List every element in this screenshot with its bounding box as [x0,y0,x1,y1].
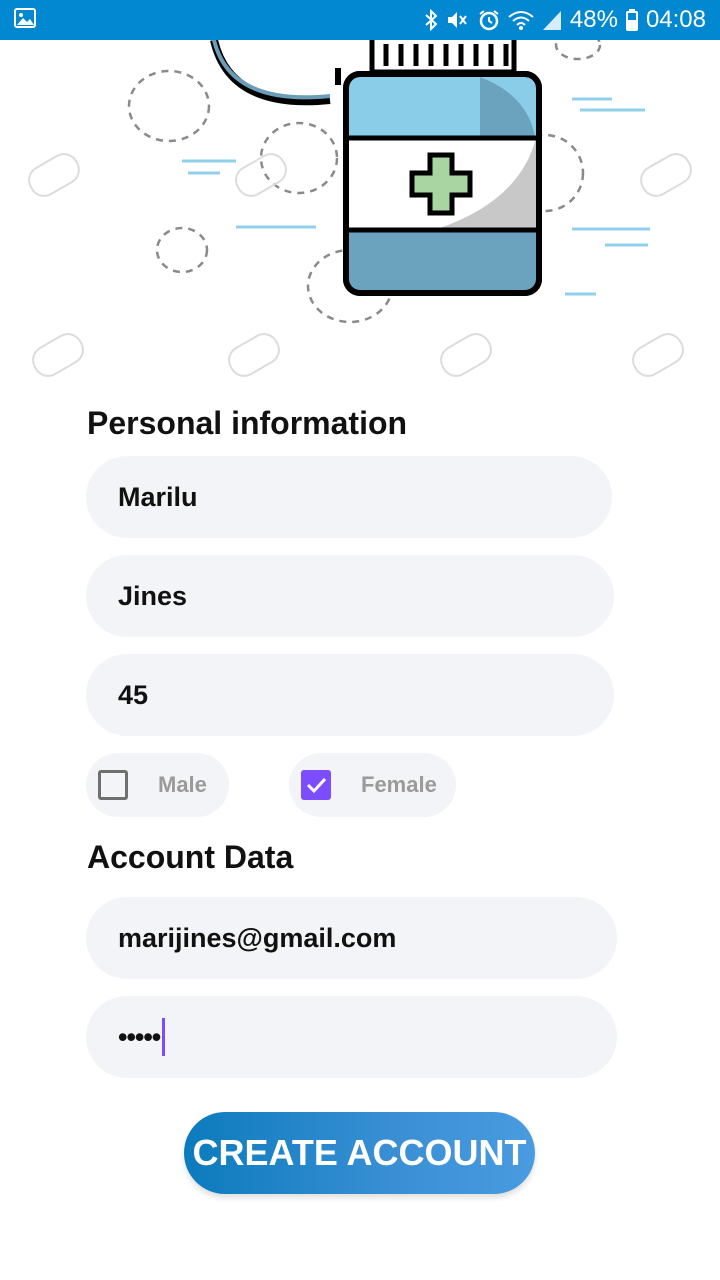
alarm-icon [478,9,500,31]
password-field[interactable]: ••••• [86,996,617,1078]
first-name-value: Marilu [118,481,198,512]
age-field[interactable]: 45 [86,654,614,736]
email-field[interactable]: marijines@gmail.com [86,897,617,979]
battery-percent: 48% [569,6,618,33]
medicine-bottle-illustration [28,40,692,377]
female-label: Female [361,772,437,797]
create-account-button[interactable]: CREATE ACCOUNT [184,1112,535,1194]
last-name-field[interactable]: Jines [86,555,614,637]
battery-icon [625,9,638,31]
last-name-value: Jines [118,580,188,611]
checkmark-icon [306,777,327,794]
image-icon [14,7,36,33]
female-checkbox[interactable] [301,770,331,800]
gender-option-male[interactable]: Male [86,753,229,817]
wifi-icon [508,9,534,31]
first-name-field[interactable]: Marilu [86,456,612,538]
personal-information-heading: Personal information [87,405,408,441]
bluetooth-icon [424,9,438,31]
clock-time: 04:08 [645,6,706,33]
gender-option-female[interactable]: Female [289,753,456,817]
mute-icon [446,9,470,31]
male-label: Male [158,772,207,797]
signal-icon [542,9,562,31]
account-data-heading: Account Data [87,839,294,875]
password-value: ••••• [118,1021,161,1052]
status-bar: 48% 04:08 [0,0,720,40]
hero-illustration [0,40,720,390]
email-value: marijines@gmail.com [118,922,397,953]
text-cursor [162,1018,166,1056]
age-value: 45 [118,679,149,710]
male-checkbox[interactable] [98,770,128,800]
